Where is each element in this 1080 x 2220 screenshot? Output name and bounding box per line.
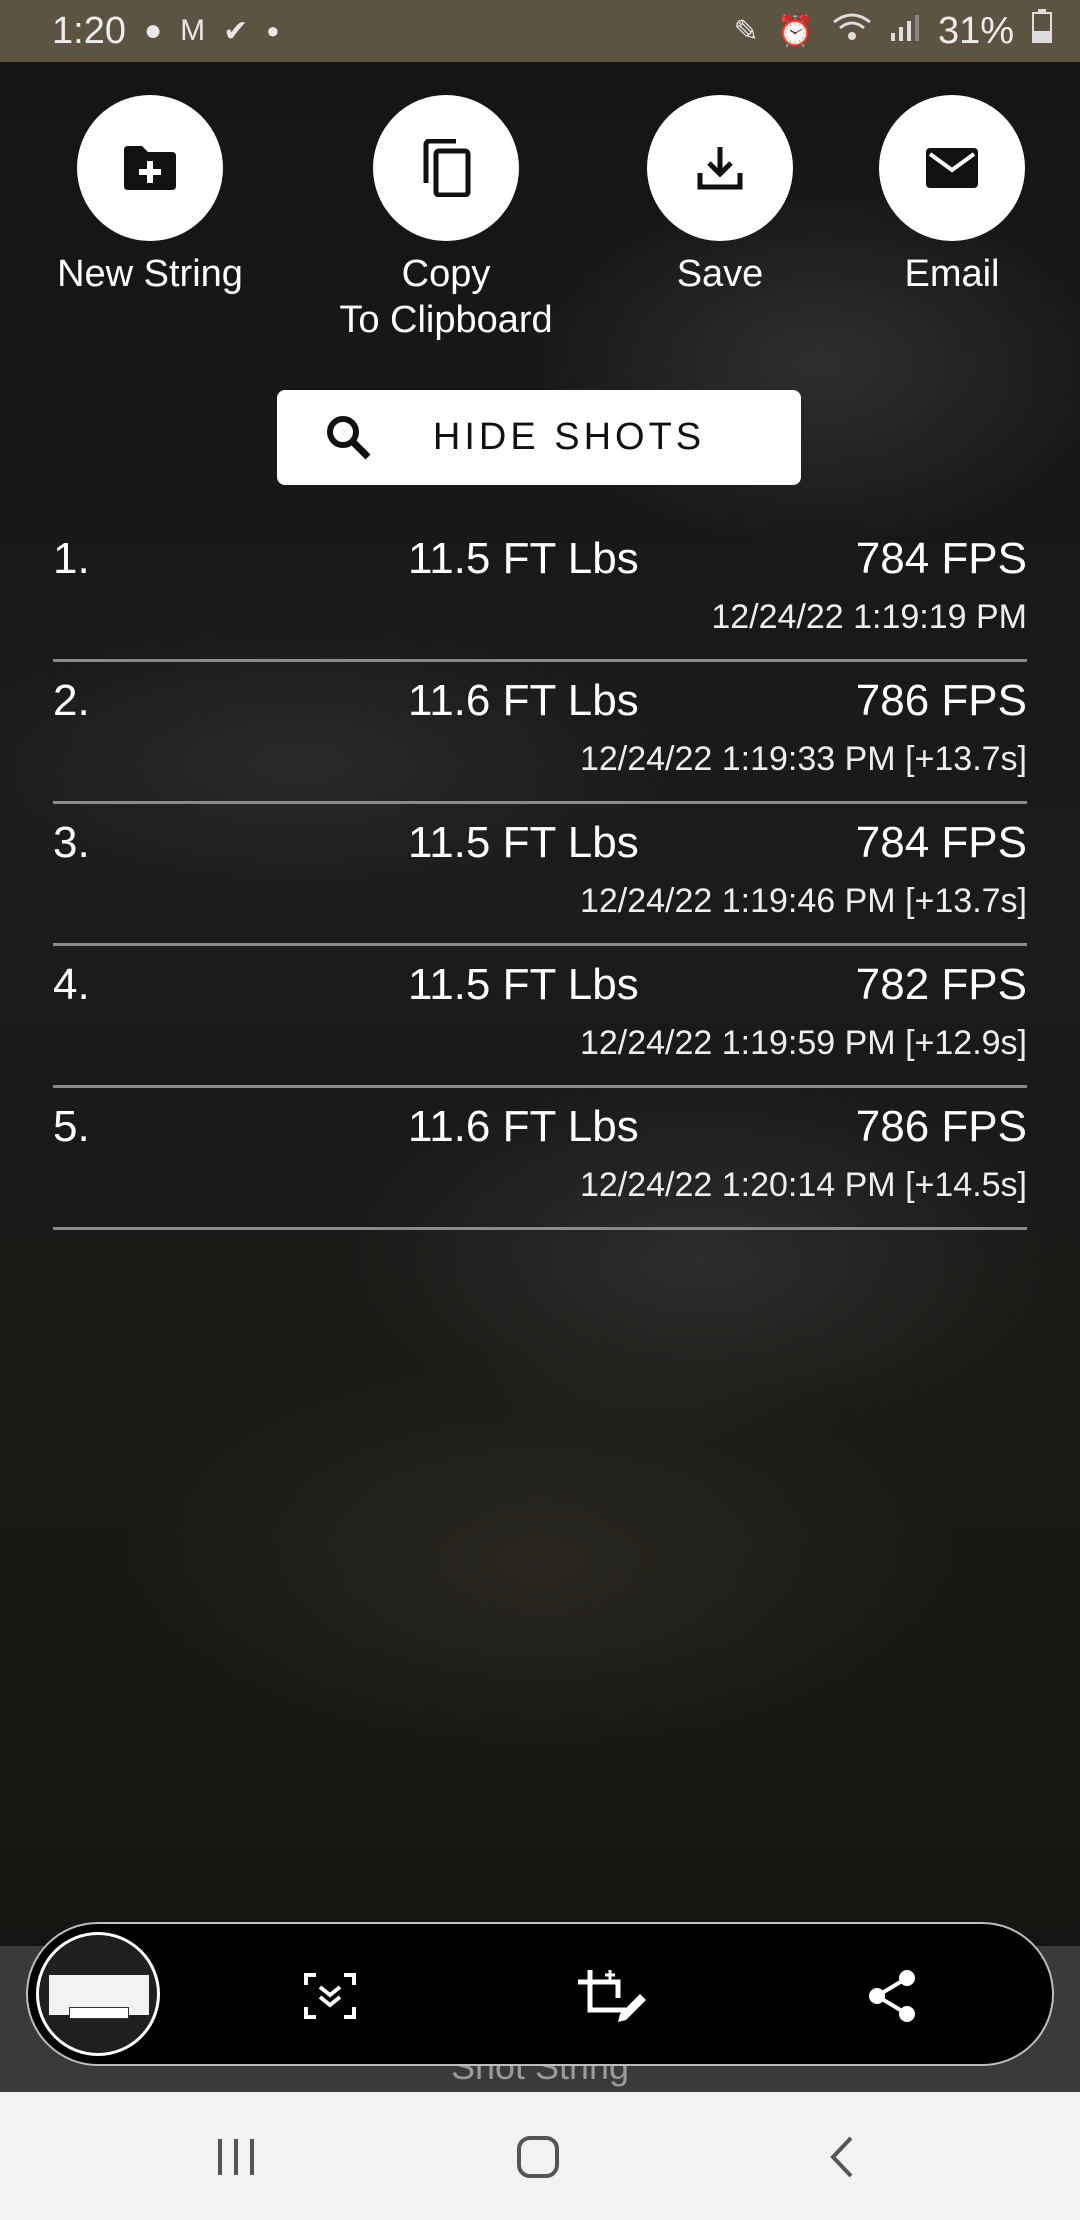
tasks-icon: ✔ <box>223 14 249 48</box>
shot-energy: 11.6 FT Lbs <box>408 676 639 725</box>
shot-row[interactable]: 3. 11.5 FT Lbs 784 FPS 12/24/22 1:19:46 … <box>53 804 1027 946</box>
shot-timestamp: 12/24/22 1:20:14 PM [+14.5s] <box>579 1166 1027 1204</box>
dot-icon: ● <box>266 18 280 43</box>
shot-velocity: 786 FPS <box>855 676 1027 725</box>
shot-velocity: 782 FPS <box>855 960 1027 1009</box>
save-button[interactable]: Save <box>632 95 808 297</box>
copy-label: Copy <box>401 253 491 295</box>
home-icon <box>517 2136 559 2178</box>
save-circle[interactable] <box>647 95 793 241</box>
download-icon <box>697 147 743 190</box>
shot-number: 4. <box>53 960 90 1009</box>
folder-add-icon <box>124 146 176 190</box>
navigation-bar <box>0 2092 1080 2220</box>
email-circle[interactable] <box>879 95 1025 241</box>
alarm-icon: ⏰ <box>776 14 814 48</box>
scroll-capture-icon <box>304 1973 356 2019</box>
shot-velocity: 784 FPS <box>855 534 1027 583</box>
shot-number: 2. <box>53 676 90 725</box>
crop-edit-button[interactable] <box>576 1968 648 2024</box>
recents-button[interactable] <box>206 2130 266 2184</box>
new-string-label: New String <box>57 253 243 295</box>
action-row: New String Copy To Clipboard Save Email <box>0 95 1080 345</box>
scroll-capture-button[interactable] <box>302 1968 358 2024</box>
shot-number: 1. <box>53 534 90 583</box>
status-bar: 1:20 ● M ✔ ● ✎ ⏰ 31% <box>0 0 1080 62</box>
new-string-circle[interactable] <box>77 95 223 241</box>
back-button[interactable] <box>812 2130 872 2184</box>
shot-energy: 11.5 FT Lbs <box>408 534 639 583</box>
shot-energy: 11.6 FT Lbs <box>408 1102 639 1151</box>
email-button[interactable]: Email <box>870 95 1034 297</box>
shot-timestamp: 12/24/22 1:19:33 PM [+13.7s] <box>579 740 1027 778</box>
shot-timestamp: 12/24/22 1:19:19 PM <box>711 598 1027 636</box>
shot-list: 1. 11.5 FT Lbs 784 FPS 12/24/22 1:19:19 … <box>53 520 1027 1230</box>
shot-energy: 11.5 FT Lbs <box>408 818 639 867</box>
shot-row[interactable]: 1. 11.5 FT Lbs 784 FPS 12/24/22 1:19:19 … <box>53 520 1027 662</box>
shot-number: 5. <box>53 1102 90 1151</box>
to-clipboard-label: To Clipboard <box>339 299 553 341</box>
battery-percent: 31% <box>937 9 1014 52</box>
shot-velocity: 786 FPS <box>855 1102 1027 1151</box>
hide-shots-label: HIDE SHOTS <box>432 416 706 458</box>
gmail-icon: M <box>180 14 206 47</box>
shot-row[interactable]: 5. 11.6 FT Lbs 786 FPS 12/24/22 1:20:14 … <box>53 1088 1027 1230</box>
recents-icon <box>218 2139 254 2175</box>
screenshot-thumbnail[interactable] <box>36 1932 160 2056</box>
signal-icon <box>890 13 920 49</box>
crop-edit-icon <box>578 1970 646 2022</box>
shot-timestamp: 12/24/22 1:19:46 PM [+13.7s] <box>579 882 1027 920</box>
pen-icon: ✎ <box>733 14 759 48</box>
thumbnail-button <box>69 2007 129 2019</box>
screenshot-toolbar <box>26 1922 1054 2066</box>
shot-number: 3. <box>53 818 90 867</box>
messenger-icon: ● <box>143 14 163 47</box>
home-button[interactable] <box>508 2130 568 2184</box>
email-icon <box>926 148 978 188</box>
shot-velocity: 784 FPS <box>855 818 1027 867</box>
email-label: Email <box>904 253 1000 295</box>
shot-energy: 11.5 FT Lbs <box>408 960 639 1009</box>
shot-timestamp: 12/24/22 1:19:59 PM [+12.9s] <box>579 1024 1027 1062</box>
wifi-icon <box>832 12 872 50</box>
shot-row[interactable]: 4. 11.5 FT Lbs 782 FPS 12/24/22 1:19:59 … <box>53 946 1027 1088</box>
copy-icon <box>423 139 471 197</box>
back-icon <box>830 2136 853 2178</box>
shot-row[interactable]: 2. 11.6 FT Lbs 786 FPS 12/24/22 1:19:33 … <box>53 662 1027 804</box>
hide-shots-button[interactable]: HIDE SHOTS <box>277 390 801 485</box>
battery-icon <box>1032 9 1052 53</box>
share-button[interactable] <box>864 1968 920 2024</box>
status-time: 1:20 <box>52 9 126 52</box>
save-label: Save <box>676 253 764 295</box>
copy-to-clipboard-button[interactable]: Copy To Clipboard <box>330 95 562 343</box>
new-string-button[interactable]: New String <box>52 95 248 297</box>
copy-circle[interactable] <box>373 95 519 241</box>
share-icon <box>869 1970 915 2022</box>
